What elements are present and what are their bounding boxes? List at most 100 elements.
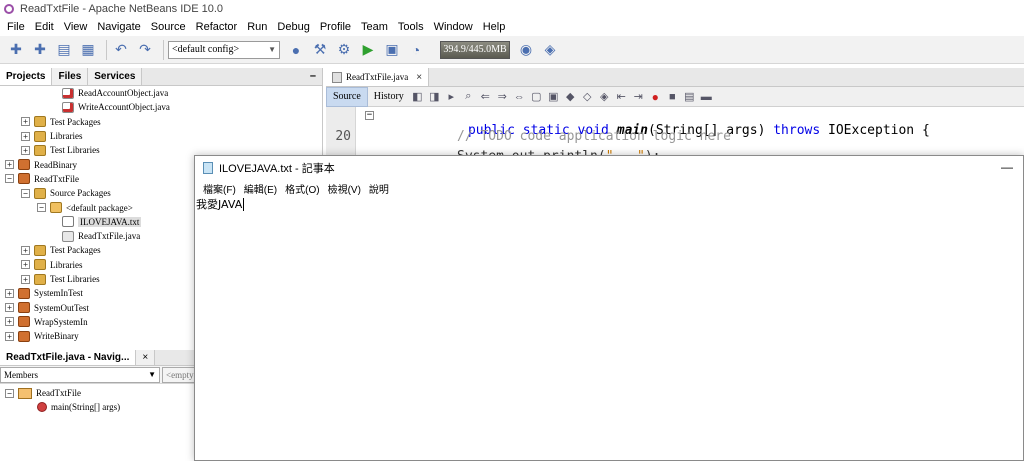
tree-item[interactable]: ReadAccountObject.java bbox=[0, 86, 322, 100]
menu-window[interactable]: Window bbox=[429, 21, 478, 33]
collapse-icon[interactable]: − bbox=[37, 203, 46, 213]
members-select[interactable]: Members ▼ bbox=[0, 366, 160, 383]
ide-menubar: File Edit View Navigate Source Refactor … bbox=[0, 18, 1024, 36]
tab-navigator[interactable]: ReadTxtFile.java - Navig... bbox=[0, 350, 137, 365]
menu-run[interactable]: Run bbox=[242, 21, 272, 33]
notepad-menu-view[interactable]: 檢視(V) bbox=[324, 181, 365, 196]
notepad-menubar: 檔案(F) 編輯(E) 格式(O) 檢視(V) 說明 bbox=[195, 180, 1023, 196]
notepad-text-area[interactable]: 我愛JAVA bbox=[196, 196, 245, 212]
package-icon bbox=[50, 202, 62, 214]
menu-tools[interactable]: Tools bbox=[393, 21, 429, 33]
editor-tab-readtxtfile[interactable]: ReadTxtFile.java × bbox=[326, 68, 430, 86]
expand-icon[interactable]: + bbox=[5, 317, 14, 327]
run-icon[interactable]: ▶ bbox=[358, 40, 378, 60]
shift-right-icon[interactable]: ⇥ bbox=[631, 89, 646, 104]
find-next-icon[interactable]: ⇒ bbox=[495, 89, 510, 104]
ide-toolbar: ✚ ✚ ▤ ▦ ↶ ↷ <default config> ▼ ● ⚒ ⚙ ▶ ▣… bbox=[0, 36, 1024, 64]
tree-item[interactable]: + Libraries bbox=[0, 129, 322, 143]
text-cursor bbox=[243, 197, 245, 211]
expand-icon[interactable]: + bbox=[21, 260, 30, 270]
menu-source[interactable]: Source bbox=[146, 21, 191, 33]
expand-icon[interactable]: + bbox=[21, 117, 30, 127]
collapse-icon[interactable]: − bbox=[5, 388, 14, 398]
snapshot-icon[interactable]: ◈ bbox=[540, 40, 560, 60]
menu-profile[interactable]: Profile bbox=[315, 21, 356, 33]
tab-services[interactable]: Services bbox=[88, 68, 143, 85]
globe-icon[interactable]: ● bbox=[286, 40, 306, 60]
history-mode-button[interactable]: History bbox=[368, 87, 410, 107]
history-back-icon[interactable]: ◨ bbox=[427, 89, 442, 104]
fold-toggle-icon[interactable]: − bbox=[365, 111, 374, 120]
ide-titlebar: ReadTxtFile - Apache NetBeans IDE 10.0 bbox=[0, 0, 1024, 18]
save-all-icon[interactable]: ▦ bbox=[78, 40, 98, 60]
expand-icon[interactable]: + bbox=[21, 145, 30, 155]
menu-refactor[interactable]: Refactor bbox=[191, 21, 243, 33]
expand-icon[interactable]: + bbox=[21, 274, 30, 284]
gc-icon[interactable]: ◉ bbox=[516, 40, 536, 60]
editor-toolbar: Source History ◧ ◨ ▸ ⌕ ⇐ ⇒ ⇔ ▢ ▣ ◆ ◇ ◈ ⇤… bbox=[326, 86, 1024, 107]
configuration-select[interactable]: <default config> ▼ bbox=[168, 40, 280, 59]
toggle-highlight-icon[interactable]: ▢ bbox=[529, 89, 544, 104]
notepad-menu-edit[interactable]: 編輯(E) bbox=[240, 181, 281, 196]
search-icon[interactable]: ⌕ bbox=[461, 89, 476, 104]
build-icon[interactable]: ⚙ bbox=[334, 40, 354, 60]
memory-usage-bar[interactable]: 394.9/445.0MB bbox=[440, 40, 510, 59]
previous-bookmark-icon[interactable]: ◆ bbox=[563, 89, 578, 104]
uncomment-icon[interactable]: ▬ bbox=[699, 89, 714, 104]
tree-item[interactable]: + Test Packages bbox=[0, 115, 322, 129]
folder-icon bbox=[34, 116, 46, 128]
collapse-icon[interactable]: − bbox=[21, 188, 30, 198]
expand-icon[interactable]: + bbox=[5, 288, 14, 298]
expand-icon[interactable]: + bbox=[5, 160, 14, 170]
clean-build-icon[interactable]: ⚒ bbox=[310, 40, 330, 60]
minimize-panel-icon[interactable]: – bbox=[310, 70, 316, 82]
menu-help[interactable]: Help bbox=[478, 21, 511, 33]
undo-icon[interactable]: ↶ bbox=[111, 40, 131, 60]
profile-icon[interactable]: ◔ bbox=[406, 40, 426, 60]
tree-item[interactable]: WriteAccountObject.java bbox=[0, 100, 322, 114]
tab-files[interactable]: Files bbox=[52, 68, 89, 85]
notepad-menu-file[interactable]: 檔案(F) bbox=[199, 181, 240, 196]
find-selection-icon[interactable]: ⇔ bbox=[512, 89, 527, 104]
open-project-icon[interactable]: ▤ bbox=[54, 40, 74, 60]
new-file-icon[interactable]: ✚ bbox=[6, 40, 26, 60]
expand-icon[interactable]: + bbox=[5, 303, 14, 313]
class-icon bbox=[18, 387, 32, 399]
source-mode-button[interactable]: Source bbox=[326, 86, 368, 107]
text-file-icon bbox=[62, 216, 74, 228]
minimize-window-button[interactable]: — bbox=[1001, 160, 1013, 174]
expand-icon[interactable]: + bbox=[21, 131, 30, 141]
toggle-rect-selection-icon[interactable]: ▣ bbox=[546, 89, 561, 104]
toggle-bookmark-icon[interactable]: ◈ bbox=[597, 89, 612, 104]
debug-icon[interactable]: ▣ bbox=[382, 40, 402, 60]
java-file-icon bbox=[62, 101, 74, 113]
notepad-menu-format[interactable]: 格式(O) bbox=[281, 181, 323, 196]
stop-macro-recording-icon[interactable]: ■ bbox=[665, 89, 680, 104]
expand-icon[interactable]: + bbox=[5, 331, 14, 341]
menu-file[interactable]: File bbox=[2, 21, 30, 33]
members-select-value: Members bbox=[4, 369, 38, 380]
find-previous-icon[interactable]: ⇐ bbox=[478, 89, 493, 104]
menu-navigate[interactable]: Navigate bbox=[92, 21, 145, 33]
next-bookmark-icon[interactable]: ◇ bbox=[580, 89, 595, 104]
expand-icon[interactable]: + bbox=[21, 245, 30, 255]
close-icon[interactable]: × bbox=[416, 72, 422, 83]
shift-left-icon[interactable]: ⇤ bbox=[614, 89, 629, 104]
toolbar-separator bbox=[163, 39, 164, 60]
folder-icon bbox=[34, 144, 46, 156]
redo-icon[interactable]: ↷ bbox=[135, 40, 155, 60]
start-macro-recording-icon[interactable]: ● bbox=[648, 89, 663, 104]
back-icon[interactable]: ◧ bbox=[410, 89, 425, 104]
menu-debug[interactable]: Debug bbox=[272, 21, 314, 33]
menu-team[interactable]: Team bbox=[356, 21, 393, 33]
notepad-menu-help[interactable]: 說明 bbox=[365, 181, 393, 196]
forward-icon[interactable]: ▸ bbox=[444, 89, 459, 104]
new-project-icon[interactable]: ✚ bbox=[30, 40, 50, 60]
collapse-icon[interactable]: − bbox=[5, 174, 14, 184]
menu-edit[interactable]: Edit bbox=[30, 21, 59, 33]
tab-projects[interactable]: Projects bbox=[0, 68, 53, 85]
menu-view[interactable]: View bbox=[59, 21, 93, 33]
close-icon[interactable]: × bbox=[136, 350, 156, 365]
comment-icon[interactable]: ▤ bbox=[682, 89, 697, 104]
java-file-icon bbox=[62, 230, 74, 242]
